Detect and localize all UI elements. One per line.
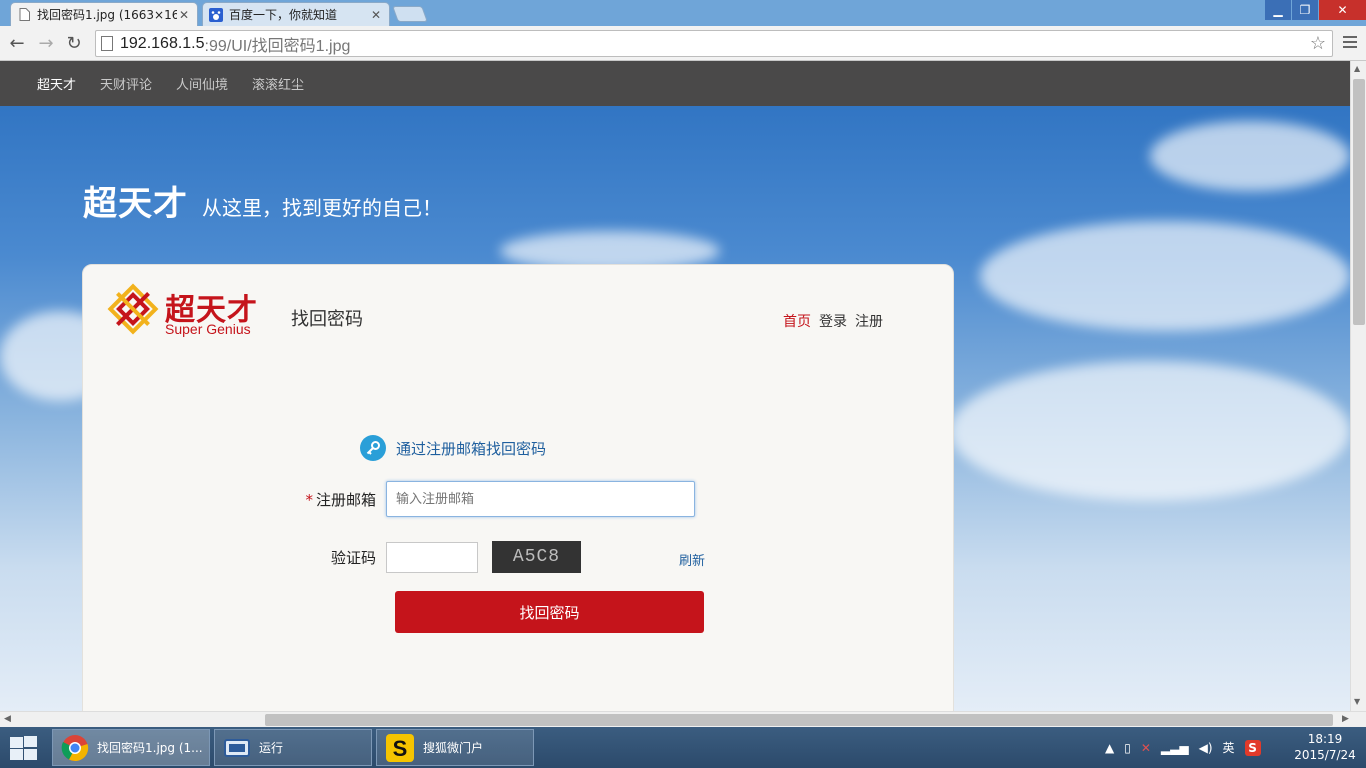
baidu-paw-icon (209, 7, 223, 22)
nav-item-reviews[interactable]: 天财评论 (100, 74, 152, 93)
scroll-up-icon[interactable]: ▲ (1354, 64, 1360, 73)
forward-arrow-icon[interactable]: → (35, 31, 57, 55)
minimize-window-button[interactable]: ▁ (1265, 0, 1291, 20)
address-path: :99/UI/找回密码1.jpg (204, 37, 351, 55)
cloud-decoration (1150, 121, 1350, 191)
sogou-ime-icon[interactable]: S (1244, 739, 1261, 756)
page-title: 找回密码 (291, 309, 363, 330)
windows-start-icon[interactable] (8, 735, 38, 761)
back-arrow-icon[interactable]: ← (6, 31, 28, 55)
nav-item-home[interactable]: 超天才 (37, 74, 76, 93)
bookmark-star-icon[interactable]: ☆ (1310, 33, 1326, 54)
taskbar-item-sohu[interactable]: S 搜狐微门户 (376, 729, 534, 766)
signal-icon[interactable]: ▂▃▅ (1161, 741, 1189, 755)
refresh-captcha-link[interactable]: 刷新 (679, 550, 705, 569)
email-label-text: 注册邮箱 (315, 490, 376, 509)
reload-icon[interactable]: ↻ (63, 31, 85, 55)
recovery-method-label: 通过注册邮箱找回密码 (396, 439, 547, 458)
vertical-scroll-thumb[interactable] (1353, 79, 1365, 325)
nav-item-wonderland[interactable]: 人间仙境 (176, 74, 228, 93)
sohu-icon: S (386, 733, 414, 762)
tab-title: 找回密码1.jpg (1663×16 (37, 8, 177, 22)
hero-slogan: 从这里，找到更好的自己！ (202, 196, 442, 220)
volume-icon[interactable]: ◀) (1199, 741, 1213, 755)
knot-logo-icon (107, 283, 159, 335)
logo-english-text: Super Genius (165, 321, 251, 337)
show-hidden-icons-icon[interactable]: ▲ (1105, 741, 1114, 755)
windows-taskbar: 找回密码1.jpg (1... 运行 S 搜狐微门户 ▲ ▯ ✕ ▂▃▅ ◀) … (0, 727, 1366, 768)
nav-item-world[interactable]: 滚滚红尘 (252, 74, 304, 93)
clock-time: 18:19 (1307, 732, 1343, 746)
browser-tab-strip: 找回密码1.jpg (1663×16 ✕ 百度一下，你就知道 ✕ ▁ ❐ ✕ (0, 0, 1366, 26)
close-window-button[interactable]: ✕ (1319, 0, 1366, 20)
scroll-right-icon[interactable]: ▶ (1342, 714, 1349, 724)
taskbar-item-label: 搜狐微门户 (423, 741, 484, 755)
home-link[interactable]: 首页 (783, 311, 811, 331)
captcha-row: 验证码 A5C8 (83, 541, 581, 573)
horizontal-scroll-thumb[interactable] (265, 714, 1333, 726)
address-bar[interactable]: 192.168.1.5:99/UI/找回密码1.jpg ☆ (95, 30, 1333, 57)
site-logo[interactable]: 超天才 Super Genius (107, 283, 267, 339)
site-nav: 超天才 天财评论 人间仙境 滚滚红尘 (0, 61, 1350, 106)
run-icon (224, 738, 250, 757)
taskbar-item-browser[interactable]: 找回密码1.jpg (1... (52, 729, 210, 766)
scroll-left-icon[interactable]: ◀ (4, 714, 11, 724)
network-disconnected-icon[interactable]: ✕ (1141, 741, 1151, 755)
taskbar-item-label: 运行 (259, 741, 284, 755)
svg-text:S: S (393, 736, 408, 761)
system-clock[interactable]: 18:19 2015/7/24 (1290, 731, 1360, 763)
required-mark: * (305, 490, 313, 509)
ime-indicator[interactable]: 英 (1223, 739, 1235, 756)
browser-tab-inactive[interactable]: 百度一下，你就知道 ✕ (202, 2, 390, 26)
horizontal-scrollbar[interactable]: ◀ ▶ (0, 711, 1366, 727)
hero-title: 超天才 从这里，找到更好的自己！ (83, 176, 442, 225)
card-header-links: 首页 登录 注册 (783, 311, 883, 331)
cloud-decoration (950, 361, 1350, 501)
register-link[interactable]: 注册 (855, 311, 883, 331)
cloud-decoration (980, 221, 1350, 331)
document-icon (17, 8, 31, 22)
new-tab-button[interactable] (392, 6, 428, 22)
login-link[interactable]: 登录 (819, 311, 847, 331)
page-viewport: 超天才 天财评论 人间仙境 滚滚红尘 超天才 从这里，找到更好的自己！ 超天才 … (0, 61, 1350, 711)
taskbar-item-label: 找回密码1.jpg (1... (97, 741, 203, 755)
address-host: 192.168.1.5 (120, 34, 205, 52)
restore-window-button[interactable]: ❐ (1292, 0, 1318, 20)
browser-toolbar: ← → ↻ 192.168.1.5:99/UI/找回密码1.jpg ☆ (0, 26, 1366, 61)
scroll-down-icon[interactable]: ▼ (1354, 697, 1360, 706)
close-tab-icon[interactable]: ✕ (177, 8, 191, 22)
system-tray: ▲ ▯ ✕ ▂▃▅ ◀) 英 S (1105, 727, 1261, 768)
close-tab-icon[interactable]: ✕ (369, 8, 383, 22)
password-recovery-card: 超天才 Super Genius 找回密码 首页 登录 注册 通过注册邮箱找回密… (82, 264, 954, 711)
taskbar-item-run[interactable]: 运行 (214, 729, 372, 766)
recovery-method: 通过注册邮箱找回密码 (360, 435, 546, 461)
browser-tab-active[interactable]: 找回密码1.jpg (1663×16 ✕ (10, 2, 198, 26)
hero-brand: 超天才 (83, 184, 188, 224)
vertical-scrollbar[interactable]: ▲ ▼ (1350, 61, 1366, 711)
clock-date: 2015/7/24 (1294, 748, 1356, 762)
tab-title: 百度一下，你就知道 (229, 8, 338, 22)
chrome-icon (61, 734, 89, 761)
email-row: * 注册邮箱 (83, 481, 695, 517)
page-icon (101, 36, 113, 51)
recover-password-button[interactable]: 找回密码 (395, 591, 704, 633)
email-field[interactable] (386, 481, 695, 517)
email-label: * 注册邮箱 (83, 489, 386, 510)
captcha-image[interactable]: A5C8 (492, 541, 581, 573)
captcha-input[interactable] (386, 541, 478, 573)
captcha-label: 验证码 (330, 548, 376, 567)
battery-icon[interactable]: ▯ (1124, 741, 1131, 755)
browser-menu-icon[interactable] (1340, 32, 1360, 52)
key-icon (360, 435, 386, 461)
